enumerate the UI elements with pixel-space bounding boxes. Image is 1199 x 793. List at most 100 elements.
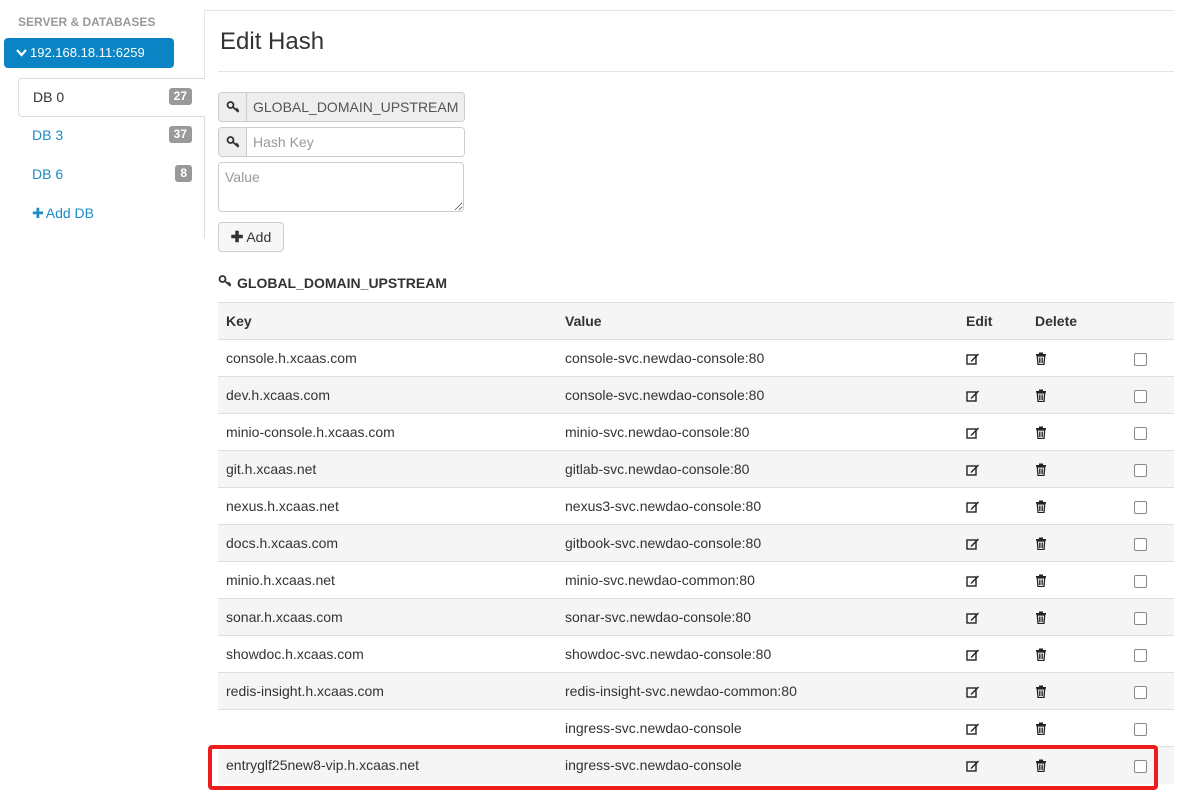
main-panel: Edit Hash ✚Add GLOBAL_DOMAIN_UPSTREAM Ke… bbox=[205, 0, 1199, 793]
hash-key-group bbox=[218, 127, 465, 157]
add-db-link[interactable]: ✚ Add DB bbox=[18, 195, 205, 234]
row-value: nexus3-svc.newdao-console:80 bbox=[557, 487, 958, 525]
edit-cell bbox=[958, 413, 1027, 451]
add-db-label: Add DB bbox=[45, 205, 94, 221]
row-value: redis-insight-svc.newdao-common:80 bbox=[557, 672, 958, 710]
trash-icon[interactable] bbox=[1035, 685, 1108, 698]
delete-cell bbox=[1027, 487, 1116, 525]
server-item[interactable]: 192.168.18.11:6259 bbox=[4, 38, 174, 68]
key-icon bbox=[219, 128, 247, 156]
db-label: DB 0 bbox=[33, 89, 65, 105]
edit-icon[interactable] bbox=[966, 537, 1019, 550]
plus-icon: ✚ bbox=[32, 205, 44, 221]
db-count-badge: 27 bbox=[168, 88, 192, 105]
row-key bbox=[218, 709, 557, 747]
delete-cell bbox=[1027, 524, 1116, 562]
sidebar: SERVER & DATABASES 192.168.18.11:6259 DB… bbox=[0, 0, 205, 793]
table-row: entryglf25new8-vip.h.xcaas.net ingress-sv… bbox=[218, 746, 1174, 784]
row-key: console.h.xcaas.com bbox=[218, 339, 557, 377]
table-row: ingress-svc.newdao-console bbox=[218, 709, 1174, 747]
table-row: sonar.h.xcaas.com sonar-svc.newdao-consol… bbox=[218, 598, 1174, 636]
row-checkbox[interactable] bbox=[1134, 612, 1147, 625]
hash-key-input[interactable] bbox=[247, 128, 464, 156]
db-list: DB 0 27 DB 3 37 DB 6 8 ✚ Add DB bbox=[18, 78, 205, 234]
select-cell bbox=[1116, 598, 1174, 636]
edit-icon[interactable] bbox=[966, 759, 1019, 772]
sidebar-item-db-6[interactable]: DB 6 8 bbox=[18, 156, 205, 195]
trash-icon[interactable] bbox=[1035, 426, 1108, 439]
trash-icon[interactable] bbox=[1035, 648, 1108, 661]
trash-icon[interactable] bbox=[1035, 500, 1108, 513]
trash-icon[interactable] bbox=[1035, 611, 1108, 624]
select-cell bbox=[1116, 561, 1174, 599]
select-cell bbox=[1116, 709, 1174, 747]
edit-icon[interactable] bbox=[966, 389, 1019, 402]
row-value: sonar-svc.newdao-console:80 bbox=[557, 598, 958, 636]
plus-icon: ✚ bbox=[230, 229, 244, 246]
table-row: showdoc.h.xcaas.com showdoc-svc.newdao-co… bbox=[218, 635, 1174, 673]
hash-name-input[interactable] bbox=[247, 93, 464, 121]
trash-icon[interactable] bbox=[1035, 463, 1108, 476]
sidebar-item-db-3[interactable]: DB 3 37 bbox=[18, 117, 205, 156]
row-checkbox[interactable] bbox=[1134, 649, 1147, 662]
row-checkbox[interactable] bbox=[1134, 686, 1147, 699]
trash-icon[interactable] bbox=[1035, 352, 1108, 365]
edit-cell bbox=[958, 561, 1027, 599]
page-title: Edit Hash bbox=[220, 28, 325, 55]
delete-cell bbox=[1027, 746, 1116, 784]
edit-icon[interactable] bbox=[966, 352, 1019, 365]
edit-icon[interactable] bbox=[966, 685, 1019, 698]
row-value: gitbook-svc.newdao-console:80 bbox=[557, 524, 958, 562]
edit-icon[interactable] bbox=[966, 574, 1019, 587]
row-key: docs.h.xcaas.com bbox=[218, 524, 557, 562]
trash-icon[interactable] bbox=[1035, 722, 1108, 735]
edit-icon[interactable] bbox=[966, 426, 1019, 439]
trash-icon[interactable] bbox=[1035, 759, 1108, 772]
edit-cell bbox=[958, 376, 1027, 414]
edit-cell bbox=[958, 709, 1027, 747]
edit-cell bbox=[958, 450, 1027, 488]
edit-cell bbox=[958, 487, 1027, 525]
row-checkbox[interactable] bbox=[1134, 538, 1147, 551]
edit-cell bbox=[958, 339, 1027, 377]
row-key: dev.h.xcaas.com bbox=[218, 376, 557, 414]
row-key: entryglf25new8-vip.h.xcaas.net bbox=[218, 746, 557, 784]
header-key: Key bbox=[218, 302, 557, 340]
row-key: minio-console.h.xcaas.com bbox=[218, 413, 557, 451]
trash-icon[interactable] bbox=[1035, 389, 1108, 402]
db-count-badge: 37 bbox=[168, 126, 192, 143]
select-cell bbox=[1116, 635, 1174, 673]
row-checkbox[interactable] bbox=[1134, 390, 1147, 403]
table-row: console.h.xcaas.com console-svc.newdao-co… bbox=[218, 339, 1174, 377]
row-checkbox[interactable] bbox=[1134, 501, 1147, 514]
row-checkbox[interactable] bbox=[1134, 464, 1147, 477]
delete-cell bbox=[1027, 709, 1116, 747]
row-checkbox[interactable] bbox=[1134, 760, 1147, 774]
row-checkbox[interactable] bbox=[1134, 723, 1147, 736]
add-button[interactable]: ✚ Add bbox=[218, 222, 284, 252]
trash-icon[interactable] bbox=[1035, 537, 1108, 550]
value-textarea[interactable] bbox=[218, 162, 464, 212]
table-row: nexus.h.xcaas.net nexus3-svc.newdao-conso… bbox=[218, 487, 1174, 525]
sidebar-item-db-0[interactable]: DB 0 27 bbox=[18, 78, 205, 117]
row-checkbox[interactable] bbox=[1134, 575, 1147, 588]
edit-cell bbox=[958, 672, 1027, 710]
header-select bbox=[1116, 302, 1174, 340]
edit-icon[interactable] bbox=[966, 648, 1019, 661]
key-icon bbox=[218, 274, 232, 291]
row-key: showdoc.h.xcaas.com bbox=[218, 635, 557, 673]
row-checkbox[interactable] bbox=[1134, 427, 1147, 440]
table-row: minio-console.h.xcaas.com minio-svc.newda… bbox=[218, 413, 1174, 451]
edit-icon[interactable] bbox=[966, 722, 1019, 735]
edit-icon[interactable] bbox=[966, 463, 1019, 476]
edit-icon[interactable] bbox=[966, 500, 1019, 513]
delete-cell bbox=[1027, 672, 1116, 710]
trash-icon[interactable] bbox=[1035, 574, 1108, 587]
hash-table: Key Value Edit Delete console.h.xcaas.co… bbox=[218, 302, 1174, 784]
row-checkbox[interactable] bbox=[1134, 353, 1147, 366]
select-cell bbox=[1116, 450, 1174, 488]
edit-icon[interactable] bbox=[966, 611, 1019, 624]
row-value: showdoc-svc.newdao-console:80 bbox=[557, 635, 958, 673]
row-key: nexus.h.xcaas.net bbox=[218, 487, 557, 525]
edit-cell bbox=[958, 635, 1027, 673]
